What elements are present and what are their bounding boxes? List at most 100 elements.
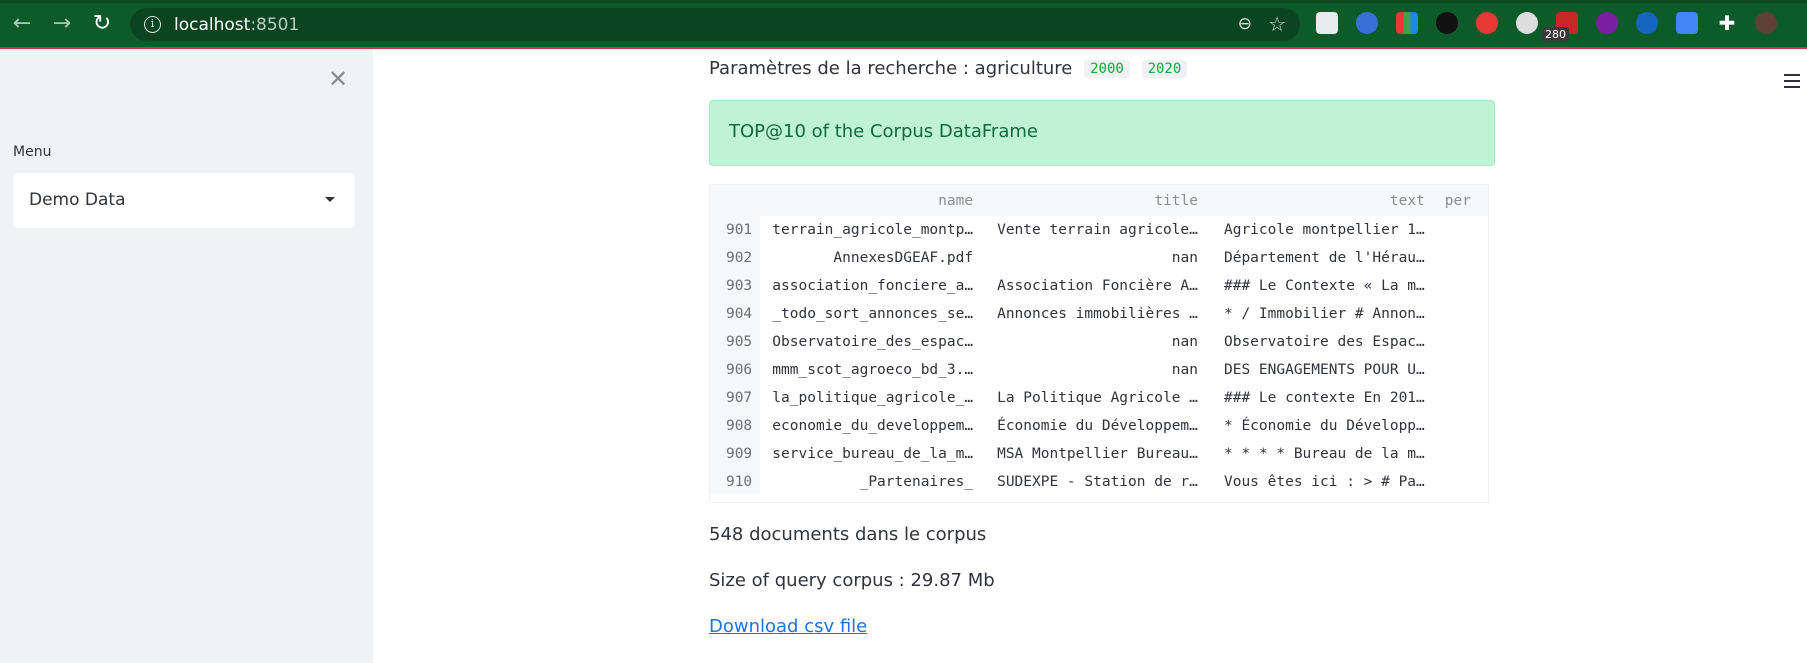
chevron-down-icon[interactable]: [325, 197, 335, 202]
cell-name[interactable]: _todo_sort_annonces_se…: [760, 300, 983, 328]
cell-per[interactable]: [1435, 384, 1488, 412]
corpus-dataframe[interactable]: name title text per 901 terrain_agricole_…: [709, 184, 1489, 503]
row-index[interactable]: 907: [710, 384, 761, 412]
cell-name[interactable]: mmm_scot_agroeco_bd_3.…: [760, 356, 983, 384]
table-row: 901 terrain_agricole_montp… Vente terrain …: [710, 216, 1488, 244]
menu-select[interactable]: Demo Data: [13, 173, 355, 228]
column-header-per[interactable]: per: [1434, 185, 1488, 216]
cell-title[interactable]: Annonces immobilières …: [983, 300, 1208, 328]
browser-toolbar: ← → ↻ i localhost:8501 ⊖ ☆ 280 ✚: [0, 0, 1807, 49]
download-csv-link[interactable]: Download csv file: [709, 616, 867, 637]
main-content: Paramètres de la recherche : agriculture…: [373, 49, 1807, 663]
cell-title[interactable]: nan: [983, 356, 1208, 384]
dataframe-table: name title text per 901 terrain_agricole_…: [710, 185, 1488, 496]
table-header-row: name title text per: [710, 185, 1488, 216]
back-icon[interactable]: ←: [8, 10, 36, 38]
table-row: 910 _Partenaires_ SUDEXPE - Station de r… V…: [710, 468, 1488, 496]
row-index[interactable]: 902: [710, 244, 761, 272]
cell-title[interactable]: nan: [983, 244, 1208, 272]
table-row: 906 mmm_scot_agroeco_bd_3.… nan DES ENGAGEM…: [710, 356, 1488, 384]
menu-select-value[interactable]: Demo Data: [29, 190, 126, 210]
cell-name[interactable]: la_politique_agricole_…: [760, 384, 983, 412]
cell-name[interactable]: association_fonciere_a…: [760, 272, 983, 300]
dataframe-bottom-edge: [710, 494, 1488, 502]
cell-per[interactable]: [1435, 468, 1488, 496]
cell-title[interactable]: Vente terrain agricole…: [983, 216, 1208, 244]
graduation-extension-icon[interactable]: [1356, 12, 1378, 34]
cell-title[interactable]: La Politique Agricole …: [983, 384, 1208, 412]
stop-hand-extension-icon[interactable]: [1476, 12, 1498, 34]
cell-text[interactable]: DES ENGAGEMENTS POUR U…: [1208, 356, 1435, 384]
documents-count: 548 documents dans le corpus: [709, 524, 987, 545]
translate-extension-icon[interactable]: [1676, 12, 1698, 34]
pen-extension-icon[interactable]: [1636, 12, 1658, 34]
toolbar-accent: [0, 0, 1807, 3]
language-extension-icon[interactable]: [1596, 12, 1618, 34]
document-extension-icon[interactable]: [1316, 12, 1338, 34]
cell-text[interactable]: * * * * Bureau de la m…: [1208, 440, 1435, 468]
row-index[interactable]: 904: [710, 300, 761, 328]
column-header-name[interactable]: name: [760, 185, 984, 216]
profile-avatar[interactable]: [1755, 12, 1777, 34]
gnome-extension-icon[interactable]: [1436, 12, 1458, 34]
row-index[interactable]: 906: [710, 356, 761, 384]
cell-per[interactable]: [1435, 440, 1488, 468]
cell-per[interactable]: [1435, 216, 1488, 244]
cell-name[interactable]: Observatoire_des_espac…: [760, 328, 983, 356]
cell-title[interactable]: SUDEXPE - Station de r…: [983, 468, 1208, 496]
year-start-chip: 2000: [1084, 60, 1130, 78]
success-alert: TOP@10 of the Corpus DataFrame: [709, 100, 1495, 166]
color-grid-extension-icon[interactable]: [1396, 12, 1418, 34]
cell-per[interactable]: [1435, 412, 1488, 440]
cell-per[interactable]: [1435, 328, 1488, 356]
cell-name[interactable]: service_bureau_de_la_m…: [760, 440, 983, 468]
cell-text[interactable]: ### Le contexte En 201…: [1208, 384, 1435, 412]
cell-text[interactable]: Observatoire des Espac…: [1208, 328, 1435, 356]
row-index[interactable]: 901: [710, 216, 761, 244]
cell-text[interactable]: Vous êtes ici : > # Pa…: [1208, 468, 1435, 496]
table-row: 908 economie_du_developpem… Économie du Dé…: [710, 412, 1488, 440]
index-column-header: [710, 185, 761, 216]
cell-text[interactable]: Département de l'Hérau…: [1208, 244, 1435, 272]
cell-per[interactable]: [1435, 244, 1488, 272]
row-index[interactable]: 908: [710, 412, 761, 440]
table-row: 905 Observatoire_des_espac… nan Observatoir…: [710, 328, 1488, 356]
address-bar[interactable]: i localhost:8501 ⊖ ☆: [130, 8, 1300, 41]
cell-name[interactable]: economie_du_developpem…: [760, 412, 983, 440]
reload-icon[interactable]: ↻: [88, 10, 116, 38]
row-index[interactable]: 903: [710, 272, 761, 300]
zoom-icon[interactable]: ⊖: [1238, 14, 1252, 34]
cell-title[interactable]: MSA Montpellier Bureau…: [983, 440, 1208, 468]
search-params-label: Paramètres de la recherche : agriculture: [709, 58, 1073, 79]
extension-badge: 280: [1542, 27, 1569, 42]
row-index[interactable]: 909: [710, 440, 761, 468]
search-params: Paramètres de la recherche : agriculture…: [709, 58, 1188, 79]
column-header-title[interactable]: title: [983, 185, 1208, 216]
cell-title[interactable]: Association Foncière A…: [983, 272, 1208, 300]
sidebar: ✕ Menu Demo Data: [0, 49, 373, 663]
close-sidebar-icon[interactable]: ✕: [328, 65, 348, 93]
cell-text[interactable]: * Économie du Développ…: [1208, 412, 1435, 440]
wordpress-extension-icon[interactable]: [1516, 12, 1538, 34]
cell-name[interactable]: AnnexesDGEAF.pdf: [760, 244, 983, 272]
cell-name[interactable]: terrain_agricole_montp…: [760, 216, 983, 244]
table-row: 904 _todo_sort_annonces_se… Annonces immob…: [710, 300, 1488, 328]
cell-per[interactable]: [1435, 356, 1488, 384]
bookmark-star-icon[interactable]: ☆: [1268, 12, 1286, 36]
extensions-puzzle-icon[interactable]: ✚: [1716, 12, 1738, 34]
row-index[interactable]: 905: [710, 328, 761, 356]
cell-text[interactable]: Agricole montpellier 1…: [1208, 216, 1435, 244]
column-header-text[interactable]: text: [1207, 185, 1435, 216]
cell-per[interactable]: [1435, 272, 1488, 300]
row-index[interactable]: 910: [710, 468, 761, 496]
url-text[interactable]: localhost:8501: [174, 15, 299, 35]
cell-text[interactable]: ### Le Contexte « La m…: [1208, 272, 1435, 300]
cell-per[interactable]: [1435, 300, 1488, 328]
cell-title[interactable]: nan: [983, 328, 1208, 356]
forward-icon[interactable]: →: [48, 10, 76, 38]
cell-text[interactable]: * / Immobilier # Annon…: [1208, 300, 1435, 328]
site-info-icon[interactable]: i: [144, 16, 161, 33]
cell-title[interactable]: Économie du Développem…: [983, 412, 1208, 440]
cell-name[interactable]: _Partenaires_: [760, 468, 983, 496]
table-row: 903 association_fonciere_a… Association Fo…: [710, 272, 1488, 300]
